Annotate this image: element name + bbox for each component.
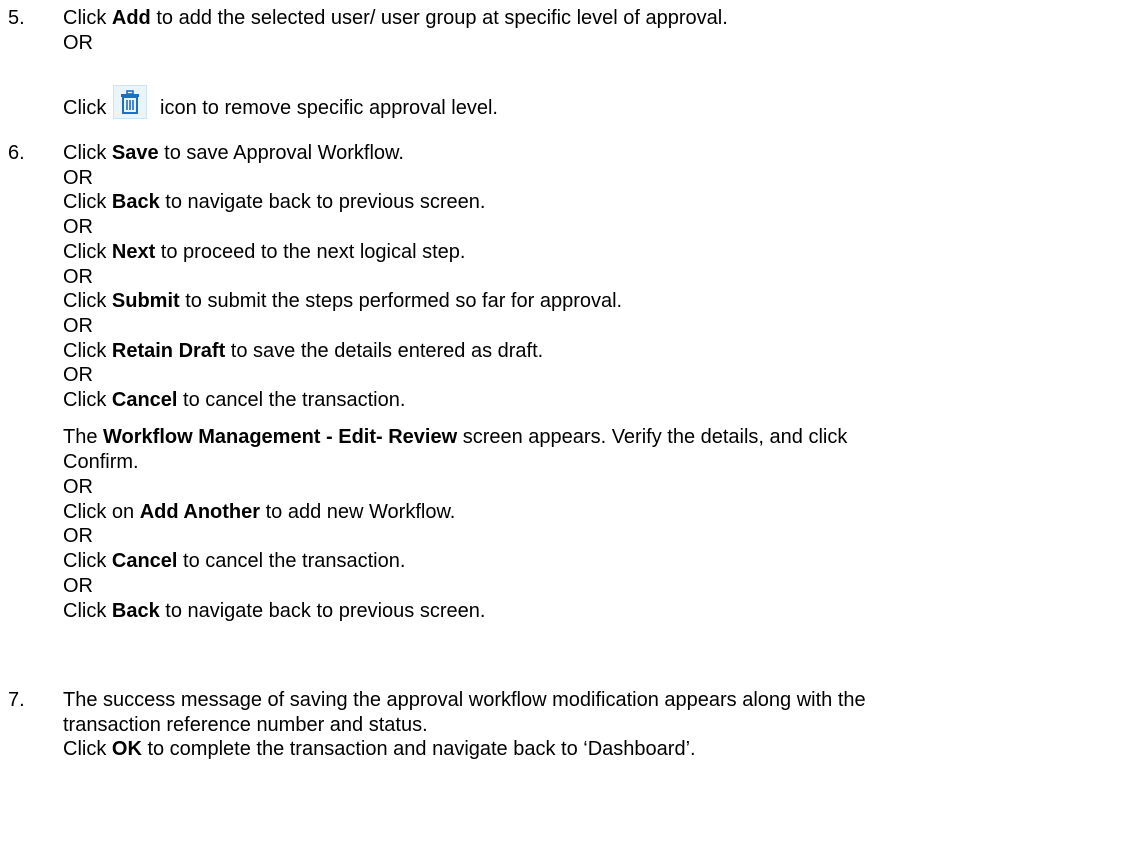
or-separator: OR — [63, 476, 93, 498]
step-number: 7. — [8, 689, 25, 711]
button-name: OK — [111, 738, 142, 760]
or-separator: OR — [63, 525, 93, 548]
instruction-line: icon to remove specific approval level. — [160, 97, 498, 119]
instruction-line: Confirm. — [63, 451, 139, 473]
screen-name: Workflow Management - Edit- Review — [103, 426, 458, 448]
instruction-line: Click — [63, 97, 107, 119]
button-name: Retain Draft — [111, 339, 226, 362]
step-number: 5. — [8, 7, 25, 29]
instruction-line: Click Retain Draft to save the details e… — [63, 339, 544, 362]
step-number: 6. — [8, 142, 25, 164]
or-separator: OR — [63, 265, 93, 288]
instruction-line: Click Save to save Approval Workflow. — [63, 142, 404, 164]
or-separator: OR — [63, 216, 93, 239]
instruction-line: Click Cancel to cancel the transaction. — [63, 550, 406, 573]
instruction-line: Click OK to complete the transaction and… — [63, 738, 696, 760]
or-separator: OR — [63, 166, 93, 189]
button-name: Next — [111, 240, 156, 263]
instruction-line: The Workflow Management - Edit- Review s… — [63, 426, 848, 448]
or-separator: OR — [63, 314, 93, 337]
button-name: Submit — [111, 290, 180, 313]
or-separator: OR — [63, 364, 93, 387]
button-name: Cancel — [111, 550, 178, 573]
instruction-line: Click Submit to submit the steps perform… — [63, 290, 623, 313]
button-name: Cancel — [111, 389, 178, 411]
instruction-line: Click Back to navigate back to previous … — [63, 599, 486, 622]
instruction-line: Click Cancel to cancel the transaction. — [63, 389, 406, 411]
button-name: Add Another — [139, 500, 261, 523]
instruction-line: transaction reference number and status. — [63, 714, 428, 736]
instruction-line: Click Add to add the selected user/ user… — [63, 7, 728, 29]
trash-icon — [113, 85, 147, 119]
button-name: Back — [111, 599, 160, 622]
button-name: Save — [111, 142, 159, 164]
or-separator: OR — [63, 32, 93, 54]
instruction-line: The success message of saving the approv… — [63, 689, 866, 711]
instruction-line: Click Back to navigate back to previous … — [63, 191, 486, 214]
instruction-line: Click on Add Another to add new Workflow… — [63, 500, 456, 523]
button-name: Add — [111, 7, 151, 29]
instruction-line: Click Next to proceed to the next logica… — [63, 240, 466, 263]
button-name: Back — [111, 191, 160, 214]
or-separator: OR — [63, 574, 93, 597]
